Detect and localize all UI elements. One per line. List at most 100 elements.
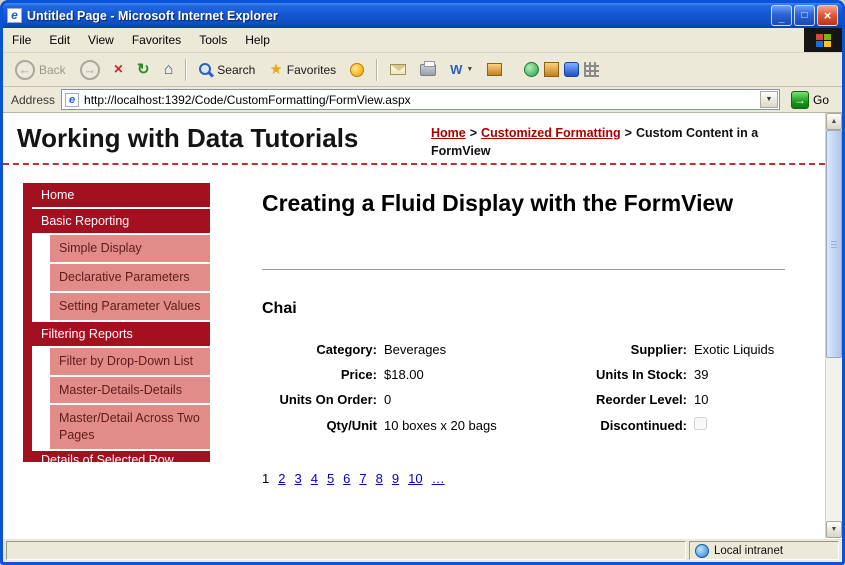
address-bar: Address e http://localhost:1392/Code/Cus…: [3, 87, 842, 113]
home-button[interactable]: ⌂: [158, 58, 180, 82]
discontinued-checkbox: [694, 417, 707, 430]
pager-link-9[interactable]: 9: [392, 471, 399, 486]
field-label-units-in-stock: Units In Stock:: [552, 367, 692, 382]
field-label-discontinued: Discontinued:: [552, 418, 692, 433]
close-icon: ×: [824, 8, 832, 23]
scrollbar-thumb[interactable]: [826, 130, 842, 358]
sidebar-item-basic-reporting[interactable]: Basic Reporting: [32, 209, 210, 233]
pager-link-7[interactable]: 7: [359, 471, 366, 486]
back-label: Back: [39, 63, 66, 77]
media-icon: [350, 63, 364, 77]
go-label: Go: [813, 93, 829, 107]
pager-link-2[interactable]: 2: [278, 471, 285, 486]
menu-bar: File Edit View Favorites Tools Help: [3, 28, 842, 53]
browser-window: e Untitled Page - Microsoft Internet Exp…: [0, 0, 845, 565]
favorites-button[interactable]: ★ Favorites: [263, 58, 342, 81]
menu-file[interactable]: File: [3, 28, 40, 52]
discuss-icon: [487, 63, 502, 76]
sidebar-item-filter-by-drop-down-list[interactable]: Filter by Drop-Down List: [50, 348, 210, 375]
browser-viewport: Working with Data Tutorials Home > Customi…: [3, 113, 842, 538]
addon-globe-icon[interactable]: [524, 62, 539, 77]
pager-link-4[interactable]: 4: [311, 471, 318, 486]
page-title: Creating a Fluid Display with the FormVi…: [262, 189, 785, 217]
menu-help[interactable]: Help: [236, 28, 279, 52]
word-icon: W: [450, 62, 462, 77]
mail-icon: [390, 64, 406, 75]
breadcrumb-link-home[interactable]: Home: [431, 126, 466, 140]
pager-link-6[interactable]: 6: [343, 471, 350, 486]
stop-icon: ×: [114, 62, 123, 78]
menu-view[interactable]: View: [79, 28, 123, 52]
minimize-button[interactable]: _: [771, 5, 792, 26]
breadcrumb-link-customized-formatting[interactable]: Customized Formatting: [481, 126, 621, 140]
search-button[interactable]: Search: [193, 59, 261, 81]
media-button[interactable]: [344, 59, 370, 81]
ie-app-icon: e: [7, 8, 22, 23]
local-intranet-icon: [695, 544, 709, 558]
sidebar-item-simple-display[interactable]: Simple Display: [50, 235, 210, 262]
pager-link-8[interactable]: 8: [376, 471, 383, 486]
content-divider: [262, 269, 785, 270]
page-header: Working with Data Tutorials Home > Customi…: [3, 113, 825, 165]
sidebar-item-master-detail-across-two-pages[interactable]: Master/Detail Across Two Pages: [50, 405, 210, 449]
sidebar-item-home[interactable]: Home: [32, 183, 210, 207]
site-title: Working with Data Tutorials: [17, 123, 358, 153]
forward-icon: →: [80, 60, 100, 80]
go-icon: →: [791, 91, 809, 109]
page-favicon: e: [65, 93, 79, 107]
address-label: Address: [8, 93, 55, 107]
scrollbar-down-button[interactable]: ▼: [826, 521, 842, 538]
window-title: Untitled Page - Microsoft Internet Explo…: [27, 9, 766, 23]
page-content: Working with Data Tutorials Home > Customi…: [3, 113, 825, 538]
breadcrumb: Home>Customized Formatting>Custom Conten…: [431, 125, 803, 160]
pager-link-10[interactable]: 10: [408, 471, 422, 486]
status-bar: Local intranet: [3, 538, 842, 562]
search-icon: [199, 63, 213, 77]
print-button[interactable]: [414, 60, 442, 80]
field-value-price: $18.00: [382, 367, 552, 382]
sidebar-item-declarative-parameters[interactable]: Declarative Parameters: [50, 264, 210, 291]
breadcrumb-separator: >: [625, 126, 632, 140]
addon-grid-icon[interactable]: [584, 62, 599, 77]
sidebar-item-setting-parameter-values[interactable]: Setting Parameter Values: [50, 293, 210, 320]
menu-edit[interactable]: Edit: [40, 28, 79, 52]
discuss-button[interactable]: [481, 59, 508, 80]
scrollbar-track[interactable]: [826, 130, 842, 521]
address-url[interactable]: http://localhost:1392/Code/CustomFormatt…: [84, 93, 755, 107]
title-bar[interactable]: e Untitled Page - Microsoft Internet Exp…: [3, 3, 842, 28]
addon-blue-icon[interactable]: [564, 62, 579, 77]
pager-link-5[interactable]: 5: [327, 471, 334, 486]
close-button[interactable]: ×: [817, 5, 838, 26]
maximize-button[interactable]: □: [794, 5, 815, 26]
field-label-units-on-order: Units On Order:: [262, 392, 382, 407]
addon-gold-icon[interactable]: [544, 62, 559, 77]
address-input[interactable]: e http://localhost:1392/Code/CustomForma…: [61, 89, 780, 110]
print-icon: [420, 64, 436, 76]
menu-favorites[interactable]: Favorites: [123, 28, 190, 52]
pager-link-ellipsis[interactable]: …: [432, 471, 445, 486]
pager-link-3[interactable]: 3: [294, 471, 301, 486]
field-value-qty-unit: 10 boxes x 20 bags: [382, 418, 552, 433]
address-dropdown-button[interactable]: ▼: [760, 91, 778, 108]
field-label-reorder-level: Reorder Level:: [552, 392, 692, 407]
field-value-supplier: Exotic Liquids: [692, 342, 785, 357]
scrollbar-up-button[interactable]: ▲: [826, 113, 842, 130]
stop-button[interactable]: ×: [108, 58, 129, 82]
sidebar-item-master-details-details[interactable]: Master-Details-Details: [50, 377, 210, 404]
refresh-button[interactable]: ↻: [131, 58, 156, 81]
field-value-category: Beverages: [382, 342, 552, 357]
menu-tools[interactable]: Tools: [190, 28, 236, 52]
mail-button[interactable]: [384, 60, 412, 79]
vertical-scrollbar: ▲ ▼: [825, 113, 842, 538]
minimize-icon: _: [778, 12, 784, 24]
security-zone-label: Local intranet: [714, 545, 783, 557]
back-button: ← Back: [9, 56, 72, 84]
pager: 1 2 3 4 5 6 7 8 9 10 …: [262, 471, 785, 486]
go-button[interactable]: → Go: [786, 88, 837, 112]
sidebar-item-filtering-reports[interactable]: Filtering Reports: [32, 322, 210, 346]
field-label-qty-unit: Qty/Unit: [262, 418, 382, 433]
favorites-label: Favorites: [287, 63, 336, 77]
favorites-star-icon: ★: [269, 62, 282, 77]
edit-with-word-button[interactable]: W ▼: [444, 58, 479, 81]
sidebar-item-clipped[interactable]: Details of Selected Row: [32, 451, 210, 462]
